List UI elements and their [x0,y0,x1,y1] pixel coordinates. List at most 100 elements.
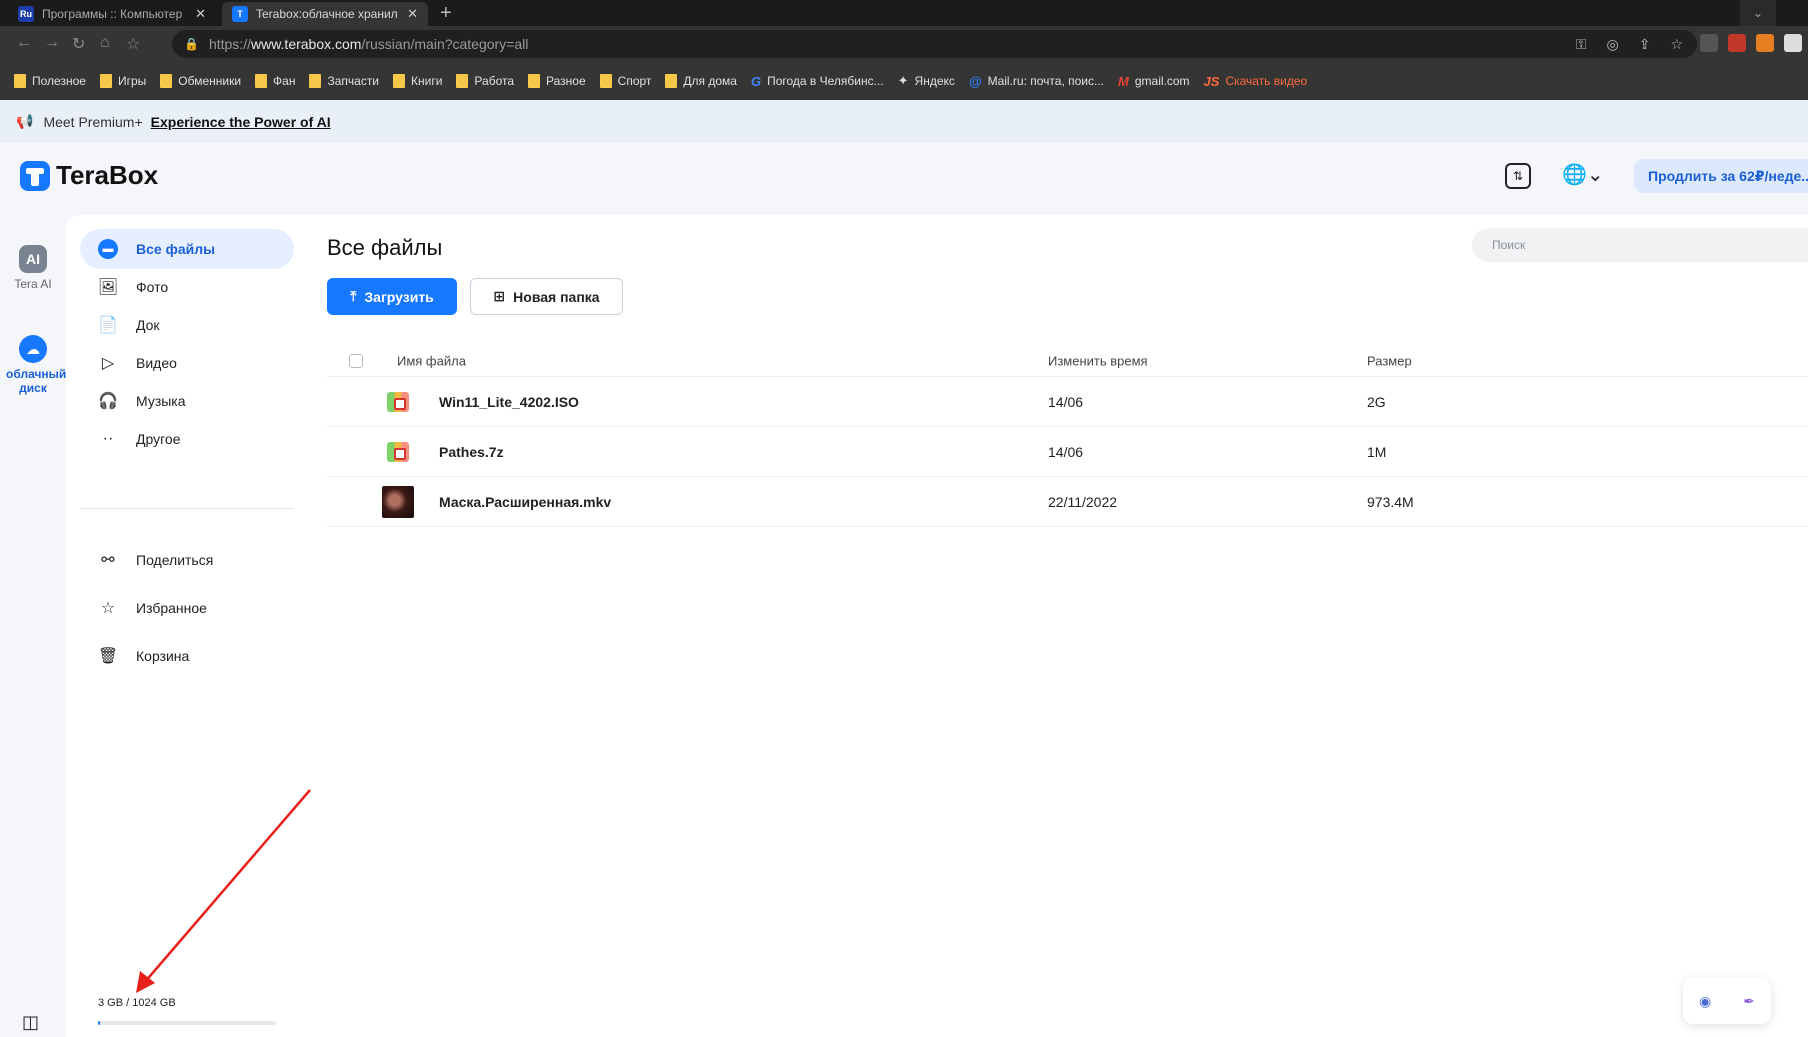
tracking-icon[interactable]: ◎ [1606,36,1618,53]
feather-icon[interactable]: ✒ [1743,993,1755,1010]
folder-icon [665,74,678,88]
bookmark-yandex[interactable]: ✦ Яндекс [898,73,955,89]
sidebar-item-other[interactable]: ·· Другое [80,419,294,459]
bookmark-folder[interactable]: Игры [99,74,146,88]
sidebar-item-share[interactable]: ⚯ Поделиться [80,540,294,580]
column-time[interactable]: Изменить время [1048,353,1148,368]
folder-icon [599,74,612,88]
archive-file-icon [387,391,409,412]
sidebar-item-all-files[interactable]: ▬ Все файлы [80,229,294,269]
new-tab-icon[interactable]: + [440,2,452,25]
bookmark-folder[interactable]: Работа [456,74,514,88]
back-icon[interactable]: ← [16,34,32,52]
mailru-icon: @ [968,73,982,89]
video-thumbnail [382,485,414,518]
close-tab-icon[interactable]: ✕ [195,6,206,22]
language-globe-icon[interactable]: 🌐⌄ [1562,162,1604,187]
bookmark-label: Фан [273,74,296,88]
banner-link[interactable]: Experience the Power of AI [151,114,331,130]
more-icon: ·· [102,430,114,447]
bookmark-label: Яндекс [914,74,955,88]
bookmark-weather[interactable]: G Погода в Челябинс... [751,74,884,89]
google-icon: G [750,73,762,89]
search-input[interactable]: Поиск [1472,228,1808,262]
new-folder-button[interactable]: ⊞ Новая папка [470,278,623,315]
sidebar-item-favorites[interactable]: ☆ Избранное [80,588,294,628]
tab-title: Программы :: Компьютер [42,7,183,21]
forward-icon[interactable]: → [44,34,60,52]
tab-title: Terabox:облачное хранил [256,7,398,21]
file-name[interactable]: Win11_Lite_4202.ISO [439,394,579,410]
folder-icon [309,74,322,88]
rail-label: Tera AI [14,277,52,291]
banner-text: Meet Premium+ [43,113,143,130]
bookmark-folder[interactable]: Полезное [14,74,86,88]
bookmark-label: Запчасти [327,74,380,88]
logo-text: TeraBox [56,160,159,190]
table-header: Имя файла Изменить время Размер [327,345,1808,377]
terabox-logo[interactable]: TeraBox [20,160,158,191]
bookmark-label: Погода в Челябинс... [767,74,884,88]
left-rail: AI Tera AI ☁ облачный диск [0,215,66,1037]
file-size: 973.4M [1367,493,1414,510]
extension-icon[interactable] [1784,34,1802,52]
sidebar: ▬ Все файлы 🖼 Фото 📄 Док ▷ Видео 🎧 Музык… [66,215,306,1037]
share-page-icon[interactable]: ⇪ [1639,36,1651,53]
key-icon[interactable]: ⚿ [1576,36,1587,53]
video-icon: ▷ [101,355,115,372]
terabox-favicon-icon: T [232,6,248,22]
browser-tab-2[interactable]: T Terabox:облачное хранил ✕ [222,2,428,26]
megaphone-icon: 📢 [16,113,34,129]
browser-tab-1[interactable]: Ru Программы :: Компьютер ✕ [8,2,216,26]
sidebar-item-photo[interactable]: 🖼 Фото [80,267,294,307]
close-tab-icon[interactable]: ✕ [407,6,418,22]
select-all-checkbox[interactable] [349,353,363,368]
bookmark-star-icon[interactable]: ☆ [126,34,140,54]
extension-icon[interactable] [1756,34,1774,52]
bookmarks-bar: Полезное Игры Обменники Фан Запчасти Кни… [0,62,1808,100]
sidebar-item-label: Док [136,317,160,333]
sidebar-item-doc[interactable]: 📄 Док [80,305,294,345]
file-name[interactable]: Маска.Расширенная.mkv [439,494,611,510]
bookmark-folder[interactable]: Для дома [665,74,737,88]
extension-icon[interactable] [1728,34,1746,52]
table-row[interactable]: Маска.Расширенная.mkv 22/11/2022 973.4M [327,477,1808,527]
collapse-sidebar-icon[interactable]: ◫ [22,1012,39,1033]
bookmark-gmail[interactable]: Mgmail.com [1118,74,1190,89]
folder-icon [99,74,112,88]
bookmark-label: Скачать видео [1225,74,1308,88]
bookmark-video-download[interactable]: JS Скачать видео [1204,74,1308,89]
home-icon[interactable]: ⌂ [100,34,110,52]
bookmark-mailru[interactable]: @ Mail.ru: почта, поис... [969,74,1104,89]
transfer-icon[interactable]: ⇅ [1505,163,1531,189]
file-time: 22/11/2022 [1048,493,1118,510]
bookmark-folder[interactable]: Разное [528,74,586,88]
file-table: Имя файла Изменить время Размер Win11_Li… [327,345,1808,527]
file-name[interactable]: Pathes.7z [439,444,504,460]
bookmark-folder[interactable]: Спорт [599,74,651,88]
upload-button[interactable]: ⤒ Загрузить [327,278,457,315]
table-row[interactable]: Win11_Lite_4202.ISO 14/06 2G [327,377,1808,427]
assistant-icon[interactable]: ◉ [1699,993,1711,1010]
address-bar[interactable]: 🔒 https://www.terabox.com/russian/main?c… [172,30,1697,58]
column-name[interactable]: Имя файла [397,353,466,368]
tab-search-icon[interactable]: ⌄ [1740,0,1776,26]
sidebar-item-trash[interactable]: 🗑 Корзина [80,636,294,676]
reload-icon[interactable]: ↻ [72,34,85,54]
favorite-icon[interactable]: ☆ [1670,36,1683,53]
upload-icon: ⤒ [350,288,357,304]
cloud-drive-nav[interactable]: ☁ облачный диск [0,335,66,395]
bookmark-folder[interactable]: Книги [393,74,442,88]
bookmark-folder[interactable]: Фан [255,74,295,88]
sidebar-item-label: Избранное [136,600,207,616]
extension-icon[interactable] [1700,34,1718,52]
premium-button[interactable]: Продлить за 62₽/неде... [1634,159,1808,193]
sidebar-item-video[interactable]: ▷ Видео [80,343,294,383]
tera-ai-nav[interactable]: AI Tera AI [0,245,66,291]
bookmark-folder[interactable]: Запчасти [309,74,379,88]
column-size[interactable]: Размер [1367,353,1412,368]
sidebar-item-music[interactable]: 🎧 Музыка [80,381,294,421]
bookmark-folder[interactable]: Обменники [160,74,241,88]
table-row[interactable]: Pathes.7z 14/06 1M [327,427,1808,477]
bookmark-label: Книги [411,74,443,88]
